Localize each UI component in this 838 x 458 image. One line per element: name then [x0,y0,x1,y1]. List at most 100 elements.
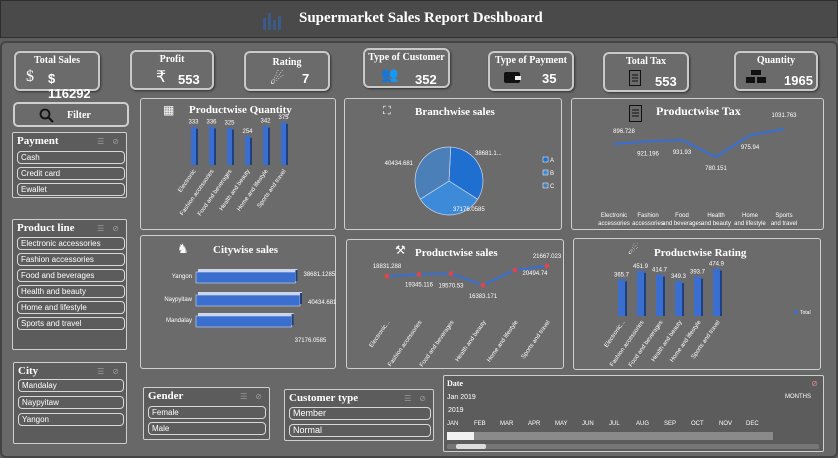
filter-button[interactable]: Filter [13,102,129,127]
kpi-value: $ 116292 [48,71,91,101]
slicer-item-credit-card[interactable]: Credit card [17,167,125,180]
tick-label: Fashion accessories [387,320,423,368]
timeline-selection[interactable] [447,432,474,440]
data-label: 1031.763 [771,113,797,119]
data-label: 451.9 [633,264,649,270]
bar-side [682,283,684,316]
kpi-value: 553 [655,74,677,89]
timeline-month-jul[interactable]: JUL [609,421,620,427]
kpi-total-sales: Total Sales $ $ 116292 [14,51,100,101]
data-label: 16383.171 [469,294,498,300]
panel-branchwise-sales: ⛶ Branchwise sales 38681.1... 37176.0585 4… [344,98,562,230]
timeline-title: Date [447,379,463,388]
tick-label: and lifestyle [734,221,766,227]
slicer-gender: Gender ☰ ⊘ Female Male [143,387,270,440]
slicer-item-cash[interactable]: Cash [17,151,125,164]
timeline-granularity[interactable]: MONTHS [785,394,811,400]
tick-label: Mandalay [166,318,192,324]
bar-side [295,270,298,281]
data-label: 474.9 [709,262,725,268]
tick-label: accessories [632,221,664,227]
tick-label: Fashion accessories [609,320,645,368]
rupee-icon: ₹ [156,69,167,86]
timeline-month-feb[interactable]: FEB [474,421,486,427]
timeline-scroll-thumb[interactable] [456,444,486,449]
clear-filter-icon[interactable]: ☰ ⊘ [404,394,429,403]
panel-citywise-sales: ♞ Citywise sales Yangon 38681.1285 Naypyit… [140,235,337,369]
slicer-item-mandalay[interactable]: Mandalay [18,379,124,392]
data-label: 40434.681 [308,300,337,306]
bar-side [644,272,646,316]
bar-side [232,129,234,165]
slicer-item-home[interactable]: Home and lifestyle [17,301,125,314]
clear-filter-icon[interactable]: ☰ ⊘ [97,137,122,146]
clear-filter-icon[interactable]: ⊘ [811,379,818,388]
data-label: 19345.116 [405,282,434,288]
tick-label: Home [742,213,759,219]
timeline-month-sep[interactable]: SEP [664,421,676,427]
kpi-total-tax: Total Tax 553 [603,52,689,92]
tick-label: Fashion accessories [179,169,215,217]
bar-side [625,281,627,316]
kpi-payment-type: Type of Payment 35 [488,51,574,91]
receipt-icon [629,70,641,86]
timeline-month-jan[interactable]: JAN [447,421,458,427]
bar-side [286,123,288,165]
data-point [512,267,518,273]
data-label: 325 [224,121,235,127]
data-label: 393.7 [690,270,706,276]
chart-branchwise-sales: 38681.1... 37176.0585 40434.681 A B C [385,146,555,216]
gold-bars-icon [746,70,766,83]
data-point [480,282,486,288]
slicer-item-yangon[interactable]: Yangon [18,413,124,426]
tick-label: Electronic... [369,319,392,348]
bar-side [196,128,198,165]
data-point [544,263,550,269]
kpi-label: Total Sales [33,55,81,66]
bar-side [663,276,665,316]
slicer-item-male[interactable]: Male [148,422,266,435]
slicer-item-food[interactable]: Food and beverages [17,269,125,282]
slicer-title: City [18,365,39,377]
data-label: 365.7 [614,272,630,278]
timeline-month-may[interactable]: MAY [555,421,568,427]
kpi-rating: Rating ☄ 7 [244,51,330,91]
timeline-month-oct[interactable]: OCT [691,421,704,427]
timeline-month-mar[interactable]: MAR [500,421,513,427]
kpi-label: Total Tax [626,56,666,67]
slicer-item-naypyitaw[interactable]: Naypyitaw [18,396,124,409]
panel-productwise-quantity: ▦ Productwise Quantity 333 Electronic 336 F… [140,98,336,230]
timeline-month-apr[interactable]: APR [528,421,540,427]
timeline-month-jun[interactable]: JUN [582,421,594,427]
bar [195,294,301,307]
clear-filter-icon[interactable]: ☰ ⊘ [97,367,122,376]
slicer-item-sports[interactable]: Sports and travel [17,317,125,330]
slicer-item-fashion[interactable]: Fashion accessories [17,253,125,266]
bar [195,315,292,328]
tick-label: and travel [771,221,797,227]
slicer-item-electronic[interactable]: Electronic accessories [17,237,125,250]
slicer-item-ewallet[interactable]: Ewallet [17,183,125,196]
slicer-title: Payment [17,135,59,147]
timeline-scrollbar[interactable] [447,444,819,449]
dollar-icon: $ [26,68,34,85]
data-label: 780.151 [705,166,727,172]
clear-filter-icon[interactable]: ☰ ⊘ [240,392,265,401]
slicer-payment: Payment ☰ ⊘ Cash Credit card Ewallet [12,132,127,198]
slicer-item-member[interactable]: Member [289,407,431,420]
slicer-item-female[interactable]: Female [148,406,266,419]
timeline-month-aug[interactable]: AUG [636,421,649,427]
panel-productwise-tax: Productwise Tax 896.728 Electronic accesso… [571,98,824,230]
slicer-item-health[interactable]: Health and beauty [17,285,125,298]
panel-productwise-rating: ☄ Productwise Rating 365.7 Electronic... 4… [573,238,821,370]
wallet-icon [504,72,521,83]
timeline-month-nov[interactable]: NOV [719,421,732,427]
bar-side [291,314,294,325]
timeline-month-dec[interactable]: DEC [746,421,759,427]
data-label: 333 [188,120,199,126]
data-label: 896.728 [613,129,635,135]
slicer-item-normal[interactable]: Normal [289,424,431,437]
kpi-profit: Profit ₹ 553 [130,50,214,90]
clear-filter-icon[interactable]: ☰ ⊘ [97,224,122,233]
legend-swatch [794,310,798,313]
